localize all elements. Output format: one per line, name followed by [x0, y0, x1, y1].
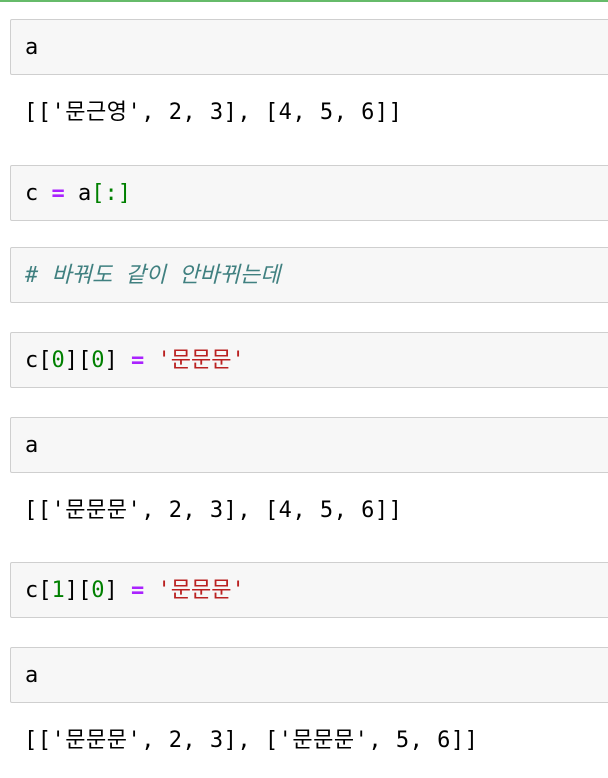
code-string: '문문문'	[157, 578, 245, 603]
code-token: ][	[64, 348, 92, 373]
code-cell-6-input[interactable]: c[1][0] = '문문문'	[10, 562, 608, 618]
code-token: c[	[25, 578, 52, 603]
code-cell-2-input[interactable]: c = a[:]	[10, 165, 608, 221]
code-cell-1-output: [['문근영', 2, 3], [4, 5, 6]]	[24, 100, 403, 125]
code-token: ]	[104, 578, 118, 603]
code-number: 0	[91, 578, 105, 603]
code-cell-1-input[interactable]: a	[10, 19, 608, 75]
code-token: c	[25, 181, 39, 206]
code-cell-5-output: [['문문문', 2, 3], [4, 5, 6]]	[24, 498, 403, 523]
code-cell-7-input[interactable]: a	[10, 647, 608, 703]
code-token: c[	[25, 348, 52, 373]
code-number: 0	[51, 348, 65, 373]
code-cell-5-input[interactable]: a	[10, 417, 608, 473]
code-token: ]	[104, 348, 118, 373]
code-slice: [:]	[91, 181, 131, 206]
code-token: a	[25, 35, 39, 60]
code-operator: =	[117, 578, 158, 603]
code-token: a	[25, 433, 39, 458]
code-token: a	[64, 181, 92, 206]
code-token: ][	[64, 578, 92, 603]
code-comment: # 바꿔도 같이 안바뀌는데	[25, 263, 281, 288]
notebook-top-border	[0, 0, 608, 2]
code-number: 0	[91, 348, 105, 373]
code-operator: =	[51, 181, 65, 206]
code-cell-3-input[interactable]: # 바꿔도 같이 안바뀌는데	[10, 247, 608, 303]
code-string: '문문문'	[157, 348, 245, 373]
code-token: a	[25, 663, 39, 688]
code-cell-7-output: [['문문문', 2, 3], ['문문문', 5, 6]]	[24, 728, 479, 753]
code-operator: =	[117, 348, 158, 373]
code-cell-4-input[interactable]: c[0][0] = '문문문'	[10, 332, 608, 388]
code-number: 1	[51, 578, 65, 603]
